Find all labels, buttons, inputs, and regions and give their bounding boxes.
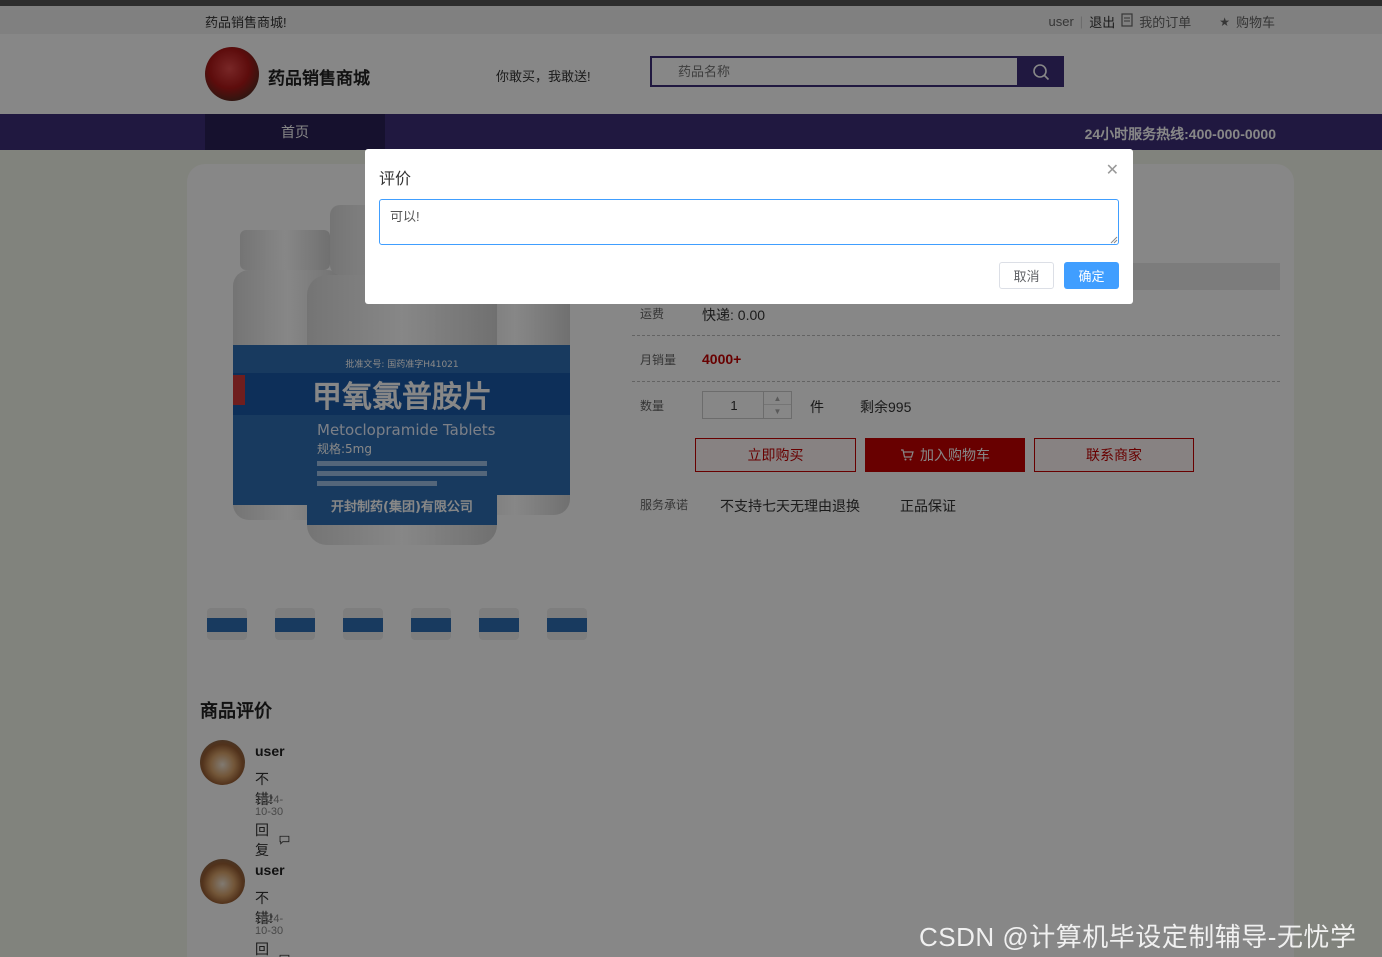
modal-overlay[interactable]	[0, 0, 1382, 957]
watermark: CSDN @计算机毕设定制辅导-无忧学长	[919, 922, 1357, 952]
review-dialog: 评价 ✕ 可以! 取消 确定	[365, 149, 1133, 304]
close-icon[interactable]: ✕	[1106, 160, 1119, 180]
review-textarea[interactable]: 可以!	[379, 199, 1119, 245]
confirm-button[interactable]: 确定	[1064, 262, 1119, 289]
resize-handle-icon[interactable]	[1110, 236, 1118, 244]
cancel-button[interactable]: 取消	[999, 262, 1054, 289]
dialog-title: 评价	[379, 171, 412, 188]
